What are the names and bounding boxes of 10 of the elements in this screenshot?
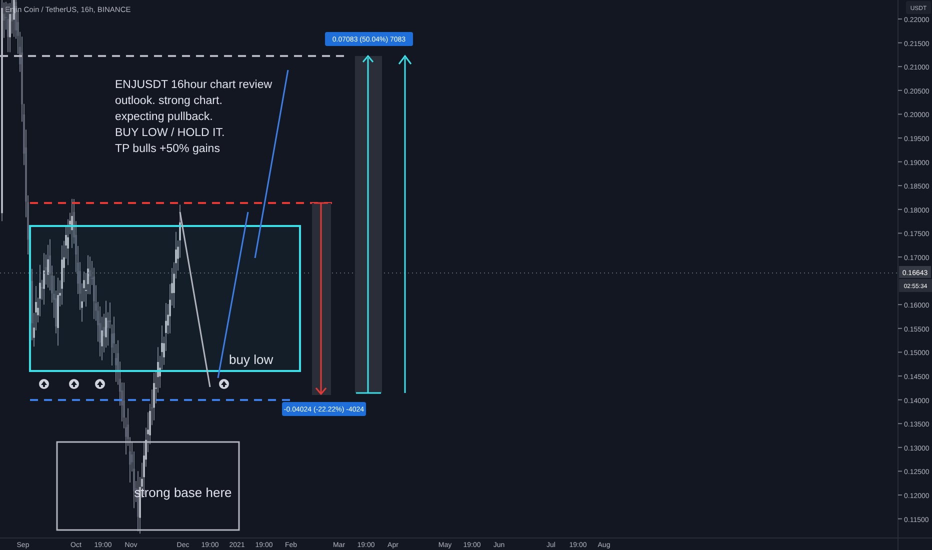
chart-note-line: ENJUSDT 16hour chart review <box>115 79 272 91</box>
arrow-up-circle-icon <box>95 379 105 389</box>
chart-note-line: outlook. strong chart. <box>115 95 222 107</box>
chart-note-line: BUY LOW / HOLD IT. <box>115 127 225 139</box>
chart-note-line: TP bulls +50% gains <box>115 143 220 155</box>
chart-note-line: expecting pullback. <box>115 111 213 123</box>
zone-label: buy low <box>229 352 274 367</box>
arrow-up-circle-icon <box>39 379 49 389</box>
arrow-up-circle-icon <box>69 379 79 389</box>
arrow-up-circle-icon <box>219 379 229 389</box>
